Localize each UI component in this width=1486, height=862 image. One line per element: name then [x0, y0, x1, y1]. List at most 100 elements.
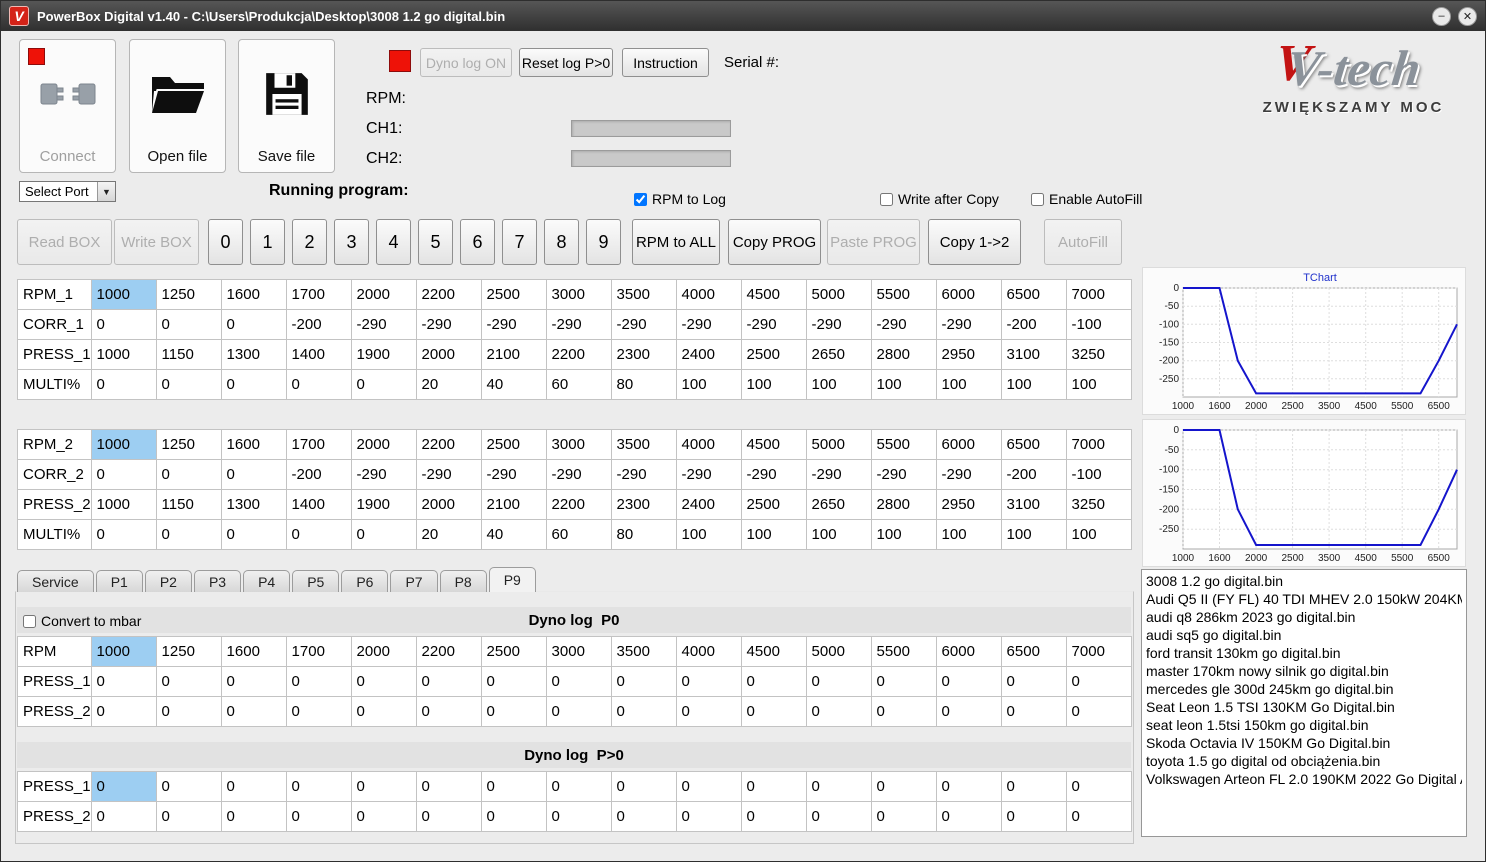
- table-cell[interactable]: 2000: [350, 279, 417, 310]
- table-cell[interactable]: 2200: [415, 279, 482, 310]
- table-cell[interactable]: 5500: [870, 279, 937, 310]
- table-cell[interactable]: 0: [285, 696, 352, 727]
- tab-p5[interactable]: P5: [292, 570, 340, 592]
- table-cell[interactable]: 0: [90, 459, 157, 490]
- table-cell[interactable]: 0: [220, 666, 287, 697]
- table-cell[interactable]: 0: [740, 666, 807, 697]
- table-cell[interactable]: 1150: [155, 339, 222, 370]
- close-button[interactable]: ✕: [1458, 6, 1477, 26]
- table-cell[interactable]: 7000: [1065, 429, 1132, 460]
- table-cell[interactable]: 0: [545, 666, 612, 697]
- table-cell[interactable]: 2000: [415, 489, 482, 520]
- read-box-button[interactable]: Read BOX: [17, 219, 112, 265]
- table-cell[interactable]: 0: [155, 696, 222, 727]
- table-cell[interactable]: 0: [90, 519, 157, 550]
- table-cell[interactable]: -290: [545, 459, 612, 490]
- table-cell[interactable]: 2500: [480, 429, 547, 460]
- table-cell[interactable]: 1700: [285, 279, 352, 310]
- table-cell[interactable]: -290: [545, 309, 612, 340]
- table-cell[interactable]: 0: [90, 369, 157, 400]
- table-cell[interactable]: 1700: [285, 636, 352, 667]
- table-cell[interactable]: 0: [545, 771, 612, 802]
- tab-p8[interactable]: P8: [439, 570, 487, 592]
- digit-button-2[interactable]: 2: [292, 219, 327, 265]
- table-cell[interactable]: 2950: [935, 339, 1002, 370]
- table-cell[interactable]: 0: [285, 369, 352, 400]
- table-cell[interactable]: 100: [870, 369, 937, 400]
- table-cell[interactable]: -290: [805, 459, 872, 490]
- table-cell[interactable]: 3000: [545, 636, 612, 667]
- digit-button-7[interactable]: 7: [502, 219, 537, 265]
- table-cell[interactable]: 40: [480, 369, 547, 400]
- table-cell[interactable]: 0: [805, 666, 872, 697]
- table-cell[interactable]: 0: [610, 696, 677, 727]
- table-cell[interactable]: -290: [415, 459, 482, 490]
- table-cell[interactable]: 0: [155, 369, 222, 400]
- table-cell[interactable]: 0: [1065, 696, 1132, 727]
- table-cell[interactable]: 1300: [220, 489, 287, 520]
- table-cell[interactable]: 100: [870, 519, 937, 550]
- table-cell[interactable]: 7000: [1065, 636, 1132, 667]
- table-cell[interactable]: 1600: [220, 429, 287, 460]
- convert-to-mbar-checkbox-input[interactable]: [23, 614, 36, 628]
- write-after-copy-checkbox-input[interactable]: [880, 192, 893, 206]
- reset-log-button[interactable]: Reset log P>0: [519, 48, 613, 77]
- table-cell[interactable]: 1000: [90, 279, 157, 310]
- digit-button-1[interactable]: 1: [250, 219, 285, 265]
- table-cell[interactable]: 0: [870, 666, 937, 697]
- table-cell[interactable]: -290: [675, 309, 742, 340]
- table-cell[interactable]: 3250: [1065, 339, 1132, 370]
- minimize-button[interactable]: –: [1432, 6, 1451, 26]
- table-cell[interactable]: 0: [610, 771, 677, 802]
- table-cell[interactable]: 0: [870, 696, 937, 727]
- table-cell[interactable]: -290: [480, 309, 547, 340]
- rpm-to-log-checkbox-input[interactable]: [634, 192, 647, 206]
- table-cell[interactable]: 3100: [1000, 339, 1067, 370]
- table-cell[interactable]: 0: [220, 696, 287, 727]
- table-cell[interactable]: 1000: [90, 489, 157, 520]
- table-cell[interactable]: 1000: [90, 339, 157, 370]
- table-cell[interactable]: 0: [415, 666, 482, 697]
- dyno-log-on-button[interactable]: Dyno log ON: [420, 48, 512, 77]
- digit-button-0[interactable]: 0: [208, 219, 243, 265]
- table-cell[interactable]: 100: [675, 369, 742, 400]
- table-cell[interactable]: 0: [740, 771, 807, 802]
- file-item[interactable]: ford transit 130km go digital.bin: [1146, 644, 1462, 662]
- file-item[interactable]: Seat Leon 1.5 TSI 130KM Go Digital.bin: [1146, 698, 1462, 716]
- file-item[interactable]: audi q8 286km 2023 go digital.bin: [1146, 608, 1462, 626]
- table-cell[interactable]: 0: [1000, 801, 1067, 832]
- table-cell[interactable]: 0: [285, 519, 352, 550]
- table-cell[interactable]: -200: [285, 459, 352, 490]
- copy-1-to-2-button[interactable]: Copy 1->2: [928, 219, 1021, 265]
- table-cell[interactable]: 2500: [740, 489, 807, 520]
- table-cell[interactable]: -290: [805, 309, 872, 340]
- table-cell[interactable]: 60: [545, 369, 612, 400]
- table-cell[interactable]: 5500: [870, 429, 937, 460]
- table-cell[interactable]: 0: [1065, 666, 1132, 697]
- table-cell[interactable]: 0: [480, 666, 547, 697]
- instruction-button[interactable]: Instruction: [622, 48, 709, 77]
- table-cell[interactable]: 100: [805, 519, 872, 550]
- table-cell[interactable]: 4500: [740, 279, 807, 310]
- table-cell[interactable]: 3000: [545, 279, 612, 310]
- table-cell[interactable]: 0: [675, 801, 742, 832]
- table-cell[interactable]: 2400: [675, 339, 742, 370]
- table-cell[interactable]: 0: [870, 771, 937, 802]
- digit-button-9[interactable]: 9: [586, 219, 621, 265]
- table-cell[interactable]: 1900: [350, 489, 417, 520]
- table-cell[interactable]: 2650: [805, 489, 872, 520]
- tab-p4[interactable]: P4: [243, 570, 291, 592]
- table-cell[interactable]: 7000: [1065, 279, 1132, 310]
- table-cell[interactable]: 80: [610, 369, 677, 400]
- table-cell[interactable]: -100: [1065, 309, 1132, 340]
- table-cell[interactable]: 100: [1065, 519, 1132, 550]
- open-file-button[interactable]: Open file: [129, 39, 226, 173]
- table-cell[interactable]: -200: [1000, 459, 1067, 490]
- table-cell[interactable]: 0: [610, 666, 677, 697]
- table-cell[interactable]: 0: [935, 771, 1002, 802]
- table-cell[interactable]: -290: [740, 309, 807, 340]
- table-cell[interactable]: 0: [285, 771, 352, 802]
- table-cell[interactable]: -290: [935, 459, 1002, 490]
- rpm-to-all-button[interactable]: RPM to ALL: [632, 219, 720, 265]
- table-cell[interactable]: 100: [1065, 369, 1132, 400]
